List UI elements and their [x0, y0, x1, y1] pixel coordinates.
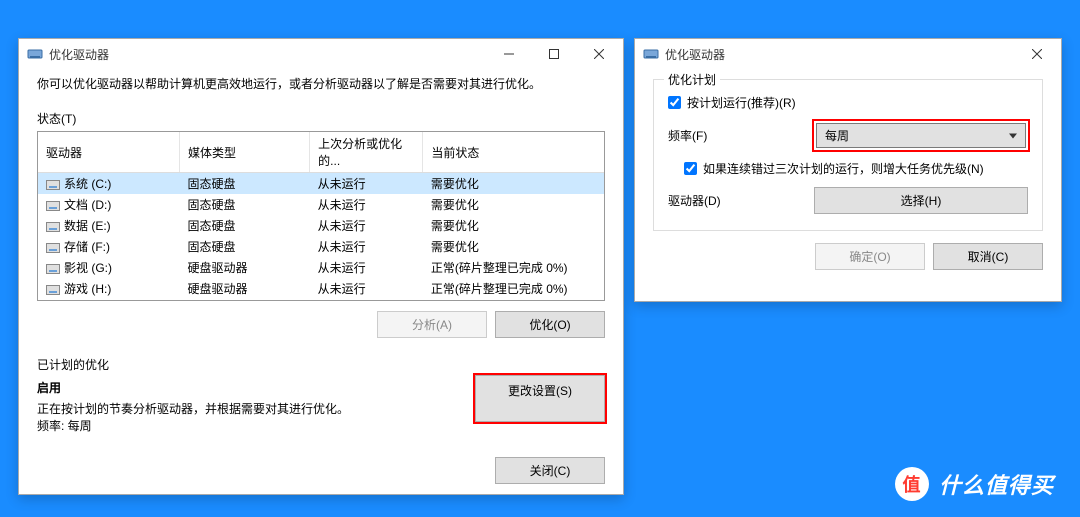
drives-label: 驱动器(D)	[668, 192, 814, 209]
drive-icon	[46, 243, 60, 253]
schedule-group: 优化计划 按计划运行(推荐)(R) 频率(F) 每周 如果连续错过三次计划的运行…	[653, 79, 1043, 231]
maximize-button[interactable]	[531, 39, 576, 69]
table-row[interactable]: 数据 (E:) 固态硬盘 从未运行 需要优化	[38, 215, 604, 236]
optimize-button[interactable]: 优化(O)	[495, 311, 605, 338]
drive-icon	[46, 285, 60, 295]
run-on-schedule-label: 按计划运行(推荐)(R)	[687, 94, 796, 111]
frequency-label: 频率(F)	[668, 127, 814, 144]
table-row[interactable]: 备份 (I:) 硬盘驱动器 从未运行 正常(碎片整理已完成 0%)	[38, 299, 604, 301]
optimize-drives-window: 优化驱动器 你可以优化驱动器以帮助计算机更高效地运行，或者分析驱动器以了解是否需…	[18, 38, 624, 495]
analyze-button: 分析(A)	[377, 311, 487, 338]
watermark-icon: 值	[895, 467, 929, 501]
col-media[interactable]: 媒体类型	[180, 132, 310, 173]
col-lastrun[interactable]: 上次分析或优化的...	[310, 132, 423, 173]
app-icon	[27, 46, 43, 62]
group-title: 优化计划	[664, 71, 720, 88]
change-settings-button[interactable]: 更改设置(S)	[475, 375, 605, 422]
status-label: 状态(T)	[37, 110, 605, 127]
ok-button: 确定(O)	[815, 243, 925, 270]
choose-drives-button[interactable]: 选择(H)	[814, 187, 1028, 214]
schedule-enabled-label: 启用	[37, 379, 459, 396]
watermark-text: 什么值得买	[939, 468, 1054, 500]
drives-table[interactable]: 驱动器 媒体类型 上次分析或优化的... 当前状态 系统 (C:) 固态硬盘 从…	[37, 131, 605, 301]
scheduled-opt-label: 已计划的优化	[37, 356, 605, 373]
cancel-button[interactable]: 取消(C)	[933, 243, 1043, 270]
window-title: 优化驱动器	[665, 46, 725, 63]
description-text: 你可以优化驱动器以帮助计算机更高效地运行，或者分析驱动器以了解是否需要对其进行优…	[37, 75, 605, 92]
table-row[interactable]: 文档 (D:) 固态硬盘 从未运行 需要优化	[38, 194, 604, 215]
table-row[interactable]: 游戏 (H:) 硬盘驱动器 从未运行 正常(碎片整理已完成 0%)	[38, 278, 604, 299]
watermark: 值 什么值得买	[895, 467, 1054, 501]
drive-icon	[46, 201, 60, 211]
window-title: 优化驱动器	[49, 46, 109, 63]
table-row[interactable]: 系统 (C:) 固态硬盘 从未运行 需要优化	[38, 173, 604, 195]
run-on-schedule-checkbox[interactable]	[668, 96, 681, 109]
col-status[interactable]: 当前状态	[423, 132, 604, 173]
drive-icon	[46, 264, 60, 274]
drive-icon	[46, 222, 60, 232]
frequency-combobox[interactable]: 每周	[816, 123, 1026, 148]
minimize-button[interactable]	[486, 39, 531, 69]
close-button[interactable]	[1014, 39, 1059, 69]
optimize-schedule-dialog: 优化驱动器 优化计划 按计划运行(推荐)(R) 频率(F) 每周 如果连续错过三	[634, 38, 1062, 302]
drive-icon	[46, 180, 60, 190]
schedule-frequency: 频率: 每周	[37, 417, 459, 434]
titlebar[interactable]: 优化驱动器	[19, 39, 623, 69]
increase-priority-checkbox[interactable]	[684, 162, 697, 175]
app-icon	[643, 46, 659, 62]
table-row[interactable]: 影视 (G:) 硬盘驱动器 从未运行 正常(碎片整理已完成 0%)	[38, 257, 604, 278]
col-drive[interactable]: 驱动器	[38, 132, 180, 173]
close-window-button[interactable]: 关闭(C)	[495, 457, 605, 484]
increase-priority-label: 如果连续错过三次计划的运行，则增大任务优先级(N)	[703, 160, 984, 177]
close-button[interactable]	[576, 39, 621, 69]
titlebar[interactable]: 优化驱动器	[635, 39, 1061, 69]
schedule-desc: 正在按计划的节奏分析驱动器，并根据需要对其进行优化。	[37, 400, 459, 417]
table-row[interactable]: 存储 (F:) 固态硬盘 从未运行 需要优化	[38, 236, 604, 257]
